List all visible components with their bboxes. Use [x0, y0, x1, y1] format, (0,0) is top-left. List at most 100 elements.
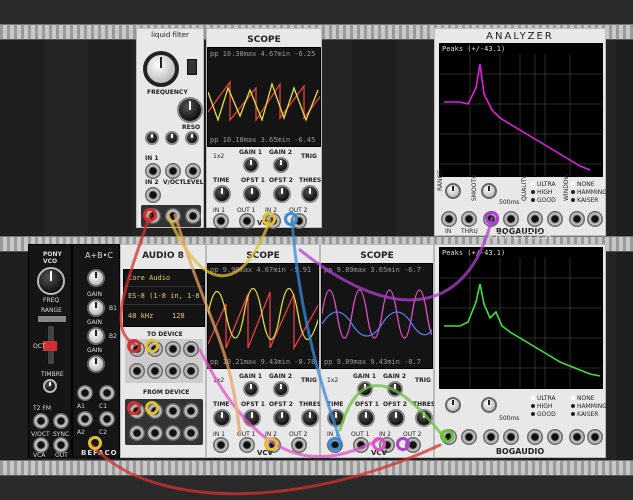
- to-device-jack-5[interactable]: [129, 363, 145, 379]
- reso-knob[interactable]: [177, 97, 203, 123]
- ofst2-knob[interactable]: [387, 409, 405, 427]
- gain1-knob[interactable]: [243, 381, 259, 397]
- plug-blue-1[interactable]: [284, 212, 298, 226]
- range-knob[interactable]: [445, 183, 461, 199]
- plug-red-2[interactable]: [127, 339, 141, 353]
- window-kaiser[interactable]: KAISER: [571, 411, 598, 418]
- mode-switch[interactable]: [187, 59, 197, 75]
- analyzer-in-jack-3[interactable]: [527, 211, 543, 227]
- plug-yellow-5[interactable]: [88, 436, 102, 450]
- abc-knob-4[interactable]: [87, 355, 105, 373]
- thres-knob[interactable]: [301, 409, 319, 427]
- plug-green-1[interactable]: [440, 429, 454, 443]
- window-hamming[interactable]: HAMMING: [571, 189, 607, 196]
- gain1-knob[interactable]: [243, 157, 259, 173]
- thres-knob[interactable]: [415, 409, 433, 427]
- from-device-jack-3[interactable]: [165, 403, 181, 419]
- scope-out1-jack[interactable]: [239, 213, 255, 229]
- to-device-jack-8[interactable]: [183, 363, 199, 379]
- plug-blue-2[interactable]: [328, 437, 342, 451]
- analyzer-thru-jack-4[interactable]: [587, 211, 603, 227]
- abc-jack-4[interactable]: [99, 411, 115, 427]
- scope-out2-jack[interactable]: [291, 437, 307, 453]
- scope-in1-jack[interactable]: [213, 437, 229, 453]
- from-device-jack-8[interactable]: [183, 425, 199, 441]
- ofst2-knob[interactable]: [273, 185, 291, 203]
- window-none[interactable]: NONE: [571, 395, 595, 402]
- plug-purple-2[interactable]: [396, 437, 410, 451]
- abc-jack-1[interactable]: [77, 385, 93, 401]
- ofst2-knob[interactable]: [273, 409, 291, 427]
- window-kaiser[interactable]: KAISER: [571, 197, 598, 204]
- analyzer-in-jack-2[interactable]: [483, 429, 499, 445]
- ofst1-knob[interactable]: [357, 409, 375, 427]
- from-device-jack-7[interactable]: [165, 425, 181, 441]
- to-device-jack-6[interactable]: [147, 363, 163, 379]
- frequency-knob[interactable]: [143, 51, 179, 87]
- analyzer-thru-jack-4[interactable]: [587, 429, 603, 445]
- plug-yellow-4[interactable]: [264, 437, 278, 451]
- ofst1-knob[interactable]: [243, 409, 261, 427]
- small-knob-1[interactable]: [145, 131, 159, 145]
- scope-out1-jack[interactable]: [353, 437, 369, 453]
- timbre-knob[interactable]: [43, 379, 57, 393]
- analyzer-in-jack-4[interactable]: [569, 429, 585, 445]
- analyzer-thru-jack-2[interactable]: [503, 211, 519, 227]
- time-knob[interactable]: [327, 409, 345, 427]
- plug-purple-1[interactable]: [485, 211, 499, 225]
- from-device-jack-5[interactable]: [129, 425, 145, 441]
- audio-driver[interactable]: Core Audio: [128, 274, 170, 282]
- gain2-knob[interactable]: [273, 157, 289, 173]
- scope-in1-jack[interactable]: [213, 213, 229, 229]
- vco-jack-2[interactable]: [53, 413, 69, 429]
- abc-jack-2[interactable]: [99, 385, 115, 401]
- out-jack-3[interactable]: [185, 208, 201, 224]
- abc-jack-3[interactable]: [77, 411, 93, 427]
- in1-jack[interactable]: [145, 163, 161, 179]
- plug-pink-1[interactable]: [372, 437, 386, 451]
- vco-jack-3[interactable]: [33, 437, 49, 453]
- smooth-knob[interactable]: [481, 397, 497, 413]
- gain2-knob[interactable]: [273, 381, 289, 397]
- analyzer-in-jack-3[interactable]: [527, 429, 543, 445]
- to-device-jack-3[interactable]: [165, 341, 181, 357]
- abc-knob-3[interactable]: [87, 327, 105, 345]
- quality-high[interactable]: HIGH: [531, 403, 552, 410]
- abc-knob-2[interactable]: [87, 299, 105, 317]
- analyzer-thru-jack-1[interactable]: [461, 429, 477, 445]
- gain2-knob[interactable]: [387, 381, 403, 397]
- gain1-knob[interactable]: [357, 381, 373, 397]
- block-size[interactable]: 128: [172, 312, 185, 320]
- quality-ultra[interactable]: ULTRA: [531, 395, 556, 402]
- window-hamming[interactable]: HAMMING: [571, 403, 607, 410]
- from-device-jack-4[interactable]: [183, 403, 199, 419]
- analyzer-thru-jack-3[interactable]: [547, 211, 563, 227]
- analyzer-thru-jack-2[interactable]: [503, 429, 519, 445]
- plug-red-1[interactable]: [143, 208, 157, 222]
- audio-driver-display[interactable]: Core Audio ES-8 (1-8 in, 1-8 out) 48 kHz…: [123, 269, 205, 327]
- quality-good[interactable]: GOOD: [531, 411, 556, 418]
- sample-rate[interactable]: 48 kHz: [128, 312, 153, 320]
- plug-yellow-3[interactable]: [145, 401, 159, 415]
- time-knob[interactable]: [213, 409, 231, 427]
- vco-jack-1[interactable]: [33, 413, 49, 429]
- quality-good[interactable]: GOOD: [531, 197, 556, 204]
- small-knob-2[interactable]: [165, 131, 179, 145]
- analyzer-in-jack-4[interactable]: [569, 211, 585, 227]
- range-switch[interactable]: [37, 315, 67, 323]
- thres-knob[interactable]: [301, 185, 319, 203]
- analyzer-thru-jack-1[interactable]: [461, 211, 477, 227]
- plug-red-3[interactable]: [127, 401, 141, 415]
- analyzer-thru-jack-3[interactable]: [547, 429, 563, 445]
- smooth-knob[interactable]: [481, 183, 497, 199]
- vco-jack-4[interactable]: [53, 437, 69, 453]
- range-knob[interactable]: [445, 397, 461, 413]
- time-knob[interactable]: [213, 185, 231, 203]
- abc-knob-1[interactable]: [87, 269, 105, 287]
- from-device-jack-6[interactable]: [147, 425, 163, 441]
- small-knob-3[interactable]: [185, 131, 199, 145]
- to-device-jack-4[interactable]: [183, 341, 199, 357]
- window-none[interactable]: NONE: [571, 181, 595, 188]
- plug-yellow-2[interactable]: [145, 339, 159, 353]
- in2-jack[interactable]: [145, 187, 161, 203]
